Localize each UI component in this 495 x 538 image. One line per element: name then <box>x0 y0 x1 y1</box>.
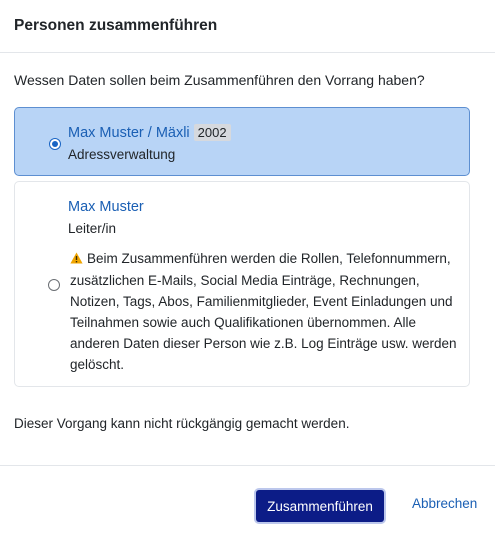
merge-option-secondary-radio[interactable] <box>48 279 60 291</box>
warning-icon <box>70 249 83 270</box>
merge-option-primary-header: Max Muster / Mäxli 2002 <box>68 124 231 141</box>
year-badge: 2002 <box>193 124 231 141</box>
merge-option-secondary[interactable]: Max Muster Leiter/in Beim Zusammenführen… <box>14 181 470 387</box>
merge-warning: Beim Zusammenführen werden die Rollen, T… <box>70 248 464 375</box>
person-role-secondary: Leiter/in <box>68 221 117 236</box>
person-link-primary[interactable]: Max Muster / Mäxli <box>68 125 190 141</box>
merge-button[interactable]: Zusammenführen <box>256 490 384 522</box>
dialog-header: Personen zusammenführen <box>0 0 495 53</box>
person-role-primary: Adressverwaltung <box>68 147 176 162</box>
merge-option-primary-radio[interactable] <box>49 138 61 150</box>
merge-question: Wessen Daten sollen beim Zusammenführen … <box>14 72 425 88</box>
dialog-title: Personen zusammenführen <box>14 17 218 34</box>
footer-divider <box>0 465 495 466</box>
merge-option-secondary-header: Max Muster <box>68 198 144 215</box>
irreversible-note: Dieser Vorgang kann nicht rückgängig gem… <box>14 416 350 431</box>
merge-warning-text: Beim Zusammenführen werden die Rollen, T… <box>70 251 457 372</box>
cancel-link[interactable]: Abbrechen <box>412 496 477 511</box>
person-link-secondary[interactable]: Max Muster <box>68 199 144 215</box>
merge-option-primary[interactable]: Max Muster / Mäxli 2002 Adressverwaltung <box>14 107 470 176</box>
